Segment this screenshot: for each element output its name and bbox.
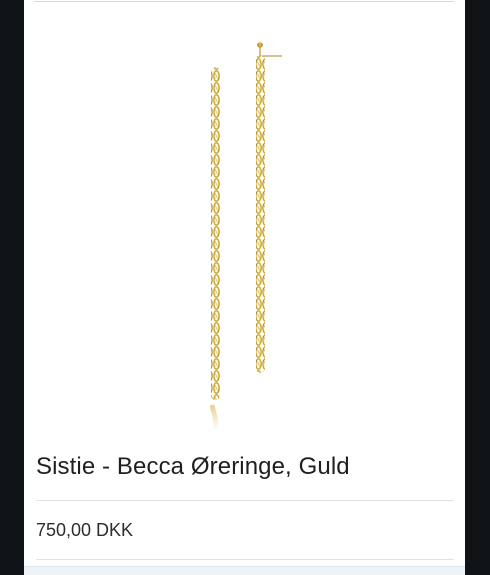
product-price: 750,00 DKK [36,520,134,540]
bottom-divider [36,559,454,560]
product-card: Sistie - Becca Øreringe, Guld 750,00 DKK [24,0,465,575]
gold-curb-chain-earrings-image[interactable] [24,10,465,440]
next-panel-edge [24,566,465,575]
product-title[interactable]: Sistie - Becca Øreringe, Guld [36,449,456,485]
phone-screen: Sistie - Becca Øreringe, Guld 750,00 DKK [0,0,490,575]
left-earring [209,67,220,431]
right-earring [256,42,282,373]
title-price-divider [36,500,454,501]
top-divider [34,1,454,2]
